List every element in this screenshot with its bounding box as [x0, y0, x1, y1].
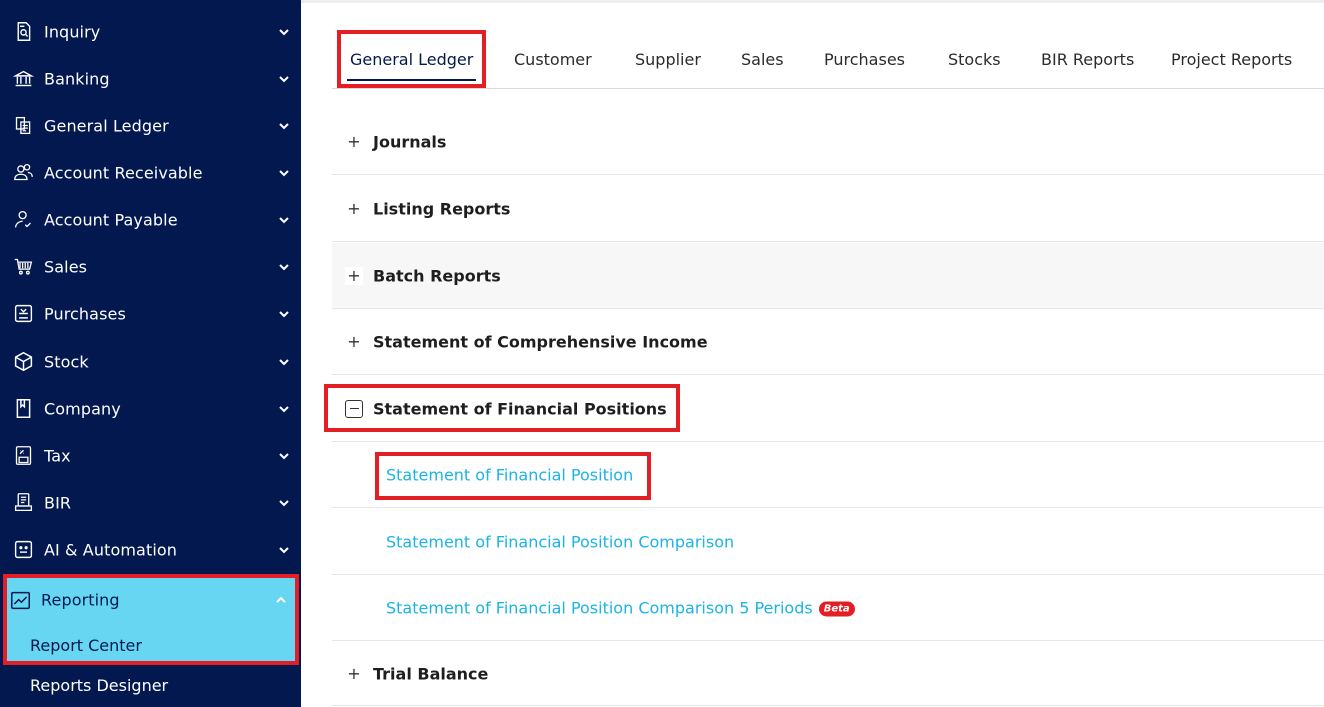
- box-icon: [12, 351, 34, 373]
- tab-supplier[interactable]: Supplier: [635, 30, 701, 88]
- section-financial-positions[interactable]: Statement of Financial Positions: [332, 376, 1324, 442]
- sidebar-subitem-label: Reports Designer: [30, 675, 169, 695]
- chevron-down-icon[interactable]: [278, 497, 290, 509]
- section-trial-balance[interactable]: + Trial Balance: [332, 642, 1324, 706]
- tab-customer[interactable]: Customer: [514, 30, 592, 88]
- sidebar-item-ai-automation[interactable]: AI & Automation: [0, 526, 301, 573]
- sidebar-item-reporting[interactable]: Reporting: [4, 578, 300, 622]
- tab-purchases[interactable]: Purchases: [824, 30, 905, 88]
- collapse-icon[interactable]: [345, 399, 363, 418]
- purchase-icon: [12, 303, 34, 325]
- sidebar-item-general-ledger[interactable]: General Ledger: [0, 102, 301, 149]
- bookmark-icon: [12, 398, 34, 420]
- chevron-down-icon[interactable]: [278, 73, 290, 85]
- sidebar-item-bir[interactable]: BIR: [0, 479, 301, 526]
- sidebar-item-label: Stock: [44, 352, 89, 371]
- tab-sales[interactable]: Sales: [741, 30, 784, 88]
- section-title: Batch Reports: [373, 266, 501, 285]
- chevron-down-icon[interactable]: [278, 356, 290, 368]
- chevron-down-icon[interactable]: [278, 167, 290, 179]
- tab-general-ledger[interactable]: General Ledger: [337, 30, 487, 88]
- chevron-up-icon[interactable]: [275, 594, 287, 606]
- chevron-down-icon[interactable]: [278, 450, 290, 462]
- chevron-down-icon[interactable]: [278, 214, 290, 226]
- users-icon: [12, 162, 34, 184]
- ledger-icon: [12, 115, 34, 137]
- expand-icon[interactable]: +: [345, 266, 363, 285]
- tab-stocks[interactable]: Stocks: [948, 30, 1001, 88]
- section-title: Trial Balance: [373, 664, 489, 683]
- chevron-down-icon[interactable]: [278, 26, 290, 38]
- beta-badge: Beta: [818, 601, 855, 616]
- chevron-down-icon[interactable]: [278, 544, 290, 556]
- section-batch-reports[interactable]: + Batch Reports: [332, 243, 1324, 309]
- sidebar-subitem-label: Report Center: [30, 635, 142, 655]
- cart-icon: [12, 256, 34, 278]
- sidebar-item-label: Purchases: [44, 304, 126, 323]
- sidebar-subitem-report-center[interactable]: Report Center: [30, 630, 142, 660]
- section-title: Listing Reports: [373, 199, 511, 218]
- sidebar-group-reporting: Reporting Report Center: [3, 574, 299, 665]
- robot-icon: [12, 539, 34, 561]
- sidebar: Inquiry Banking General Ledger Account R…: [0, 0, 301, 707]
- sidebar-item-label: BIR: [44, 493, 72, 512]
- chart-line-icon: [9, 589, 31, 611]
- report-link-label: Statement of Financial Position Comparis…: [386, 598, 813, 617]
- section-comprehensive-income[interactable]: + Statement of Comprehensive Income: [332, 309, 1324, 375]
- sidebar-item-tax[interactable]: Tax: [0, 432, 301, 479]
- chevron-down-icon[interactable]: [278, 261, 290, 273]
- tab-bir-reports[interactable]: BIR Reports: [1041, 30, 1134, 88]
- report-link-sfp-comparison-5[interactable]: Statement of Financial Position Comparis…: [386, 598, 855, 617]
- report-row-sfp-comparison: Statement of Financial Position Comparis…: [332, 509, 1324, 575]
- sidebar-item-label: Banking: [44, 69, 110, 88]
- sidebar-item-label: Company: [44, 399, 121, 418]
- section-title: Journals: [373, 132, 447, 151]
- report-link-sfp[interactable]: Statement of Financial Position: [386, 465, 633, 484]
- sidebar-item-label: Tax: [44, 446, 71, 465]
- report-row-sfp-comparison-5: Statement of Financial Position Comparis…: [332, 575, 1324, 641]
- sidebar-item-label: Account Payable: [44, 210, 178, 229]
- sidebar-item-label: General Ledger: [44, 116, 169, 135]
- expand-icon[interactable]: +: [345, 133, 363, 151]
- sidebar-item-banking[interactable]: Banking: [0, 55, 301, 102]
- bir-icon: [12, 492, 34, 514]
- section-journals[interactable]: + Journals: [332, 109, 1324, 175]
- sidebar-item-stock[interactable]: Stock: [0, 338, 301, 385]
- inquiry-icon: [12, 21, 34, 43]
- sidebar-item-label: Sales: [44, 257, 88, 276]
- report-tabs: General Ledger Customer Supplier Sales P…: [332, 30, 1324, 89]
- sidebar-item-label: Inquiry: [44, 22, 101, 41]
- tab-project-reports[interactable]: Project Reports: [1171, 30, 1292, 88]
- section-title: Statement of Comprehensive Income: [373, 332, 708, 351]
- tax-icon: [12, 445, 34, 467]
- report-link-sfp-comparison[interactable]: Statement of Financial Position Comparis…: [386, 532, 734, 551]
- chevron-down-icon[interactable]: [278, 403, 290, 415]
- sidebar-item-purchases[interactable]: Purchases: [0, 290, 301, 337]
- chevron-down-icon[interactable]: [278, 308, 290, 320]
- bank-icon: [12, 68, 34, 90]
- expand-icon[interactable]: +: [345, 200, 363, 218]
- user-check-icon: [12, 209, 34, 231]
- sidebar-item-inquiry[interactable]: Inquiry: [0, 8, 301, 55]
- section-title: Statement of Financial Positions: [373, 399, 667, 418]
- report-row-sfp: Statement of Financial Position: [332, 442, 1324, 508]
- sidebar-item-label: AI & Automation: [44, 540, 177, 559]
- sidebar-item-account-receivable[interactable]: Account Receivable: [0, 149, 301, 196]
- sidebar-subitem-reports-designer[interactable]: Reports Designer: [30, 670, 168, 700]
- expand-icon[interactable]: +: [345, 665, 363, 683]
- sidebar-item-account-payable[interactable]: Account Payable: [0, 196, 301, 243]
- top-divider: [301, 0, 1324, 3]
- sidebar-item-label: Reporting: [41, 590, 120, 610]
- expand-icon[interactable]: +: [345, 333, 363, 351]
- sidebar-item-sales[interactable]: Sales: [0, 243, 301, 290]
- chevron-down-icon[interactable]: [278, 120, 290, 132]
- sidebar-item-company[interactable]: Company: [0, 385, 301, 432]
- section-listing-reports[interactable]: + Listing Reports: [332, 176, 1324, 242]
- sidebar-item-label: Account Receivable: [44, 163, 203, 182]
